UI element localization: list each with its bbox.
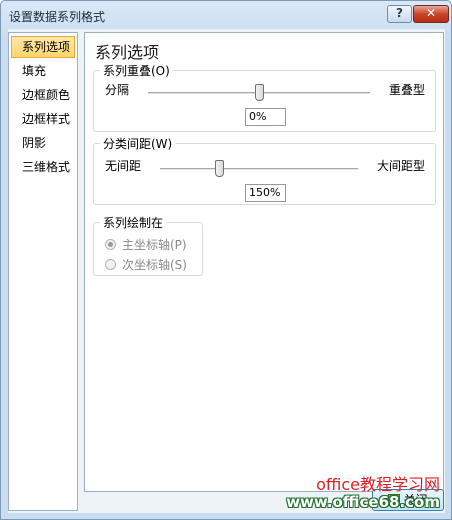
nav-item-label: 填充 bbox=[22, 64, 47, 78]
close-icon: ✕ bbox=[425, 6, 437, 20]
nav-item-shadow[interactable]: 阴影 bbox=[11, 132, 75, 154]
nav-item-label: 系列选项 bbox=[22, 40, 71, 54]
gap-width-label: 分类间距(W) bbox=[100, 135, 176, 152]
gap-width-slider-track[interactable] bbox=[160, 168, 358, 170]
overlap-right-label: 重叠型 bbox=[388, 83, 425, 97]
title-bar[interactable]: 设置数据系列格式 ? ✕ bbox=[1, 1, 451, 29]
watermark-text: office教程学习网 bbox=[316, 475, 440, 494]
panel-title: 系列选项 bbox=[95, 43, 160, 62]
gap-left-label: 无间距 bbox=[105, 159, 142, 173]
secondary-axis-option[interactable]: 次坐标轴(S) bbox=[105, 256, 187, 273]
gap-width-slider-thumb[interactable] bbox=[214, 160, 224, 177]
watermark-url: www.office68.com bbox=[286, 493, 440, 511]
plot-series-on-group: 系列绘制在 主坐标轴(P) 次坐标轴(S) bbox=[93, 214, 203, 276]
nav-item-border-color[interactable]: 边框颜色 bbox=[11, 84, 75, 106]
nav-item-border-style[interactable]: 边框样式 bbox=[11, 108, 75, 130]
category-list: 系列选项 填充 边框颜色 边框样式 阴影 三维格式 bbox=[8, 32, 78, 511]
primary-axis-radio[interactable] bbox=[105, 239, 116, 250]
window-close-button[interactable]: ✕ bbox=[413, 5, 449, 23]
nav-item-series-options[interactable]: 系列选项 bbox=[11, 36, 75, 58]
help-button[interactable]: ? bbox=[387, 5, 412, 23]
nav-item-3d-format[interactable]: 三维格式 bbox=[11, 156, 75, 178]
window-title: 设置数据系列格式 bbox=[9, 10, 106, 24]
nav-item-label: 三维格式 bbox=[22, 160, 71, 174]
series-overlap-input[interactable]: 0% bbox=[245, 108, 286, 126]
series-overlap-label: 系列重叠(O) bbox=[100, 62, 173, 79]
primary-axis-label: 主坐标轴(P) bbox=[122, 238, 187, 252]
secondary-axis-label: 次坐标轴(S) bbox=[122, 258, 187, 272]
nav-item-label: 阴影 bbox=[22, 136, 47, 150]
watermark: office教程学习网 www.office68.com bbox=[286, 471, 446, 519]
options-panel: 系列选项 系列重叠(O) 分隔 重叠型 0% 分类间距(W) 无间距 大间距型 … bbox=[84, 32, 444, 492]
secondary-axis-radio[interactable] bbox=[105, 259, 116, 270]
gap-right-label: 大间距型 bbox=[376, 159, 425, 173]
nav-item-fill[interactable]: 填充 bbox=[11, 60, 75, 82]
overlap-left-label: 分隔 bbox=[105, 83, 130, 97]
plot-series-on-label: 系列绘制在 bbox=[100, 214, 167, 231]
help-icon: ? bbox=[396, 6, 403, 20]
primary-axis-option[interactable]: 主坐标轴(P) bbox=[105, 236, 187, 253]
series-overlap-slider-thumb[interactable] bbox=[254, 84, 264, 101]
nav-item-label: 边框样式 bbox=[22, 112, 71, 126]
gap-width-group: 分类间距(W) 无间距 大间距型 150% bbox=[93, 135, 436, 205]
gap-width-input[interactable]: 150% bbox=[245, 184, 286, 202]
series-overlap-group: 系列重叠(O) 分隔 重叠型 0% bbox=[93, 62, 436, 132]
nav-item-label: 边框颜色 bbox=[22, 88, 71, 102]
